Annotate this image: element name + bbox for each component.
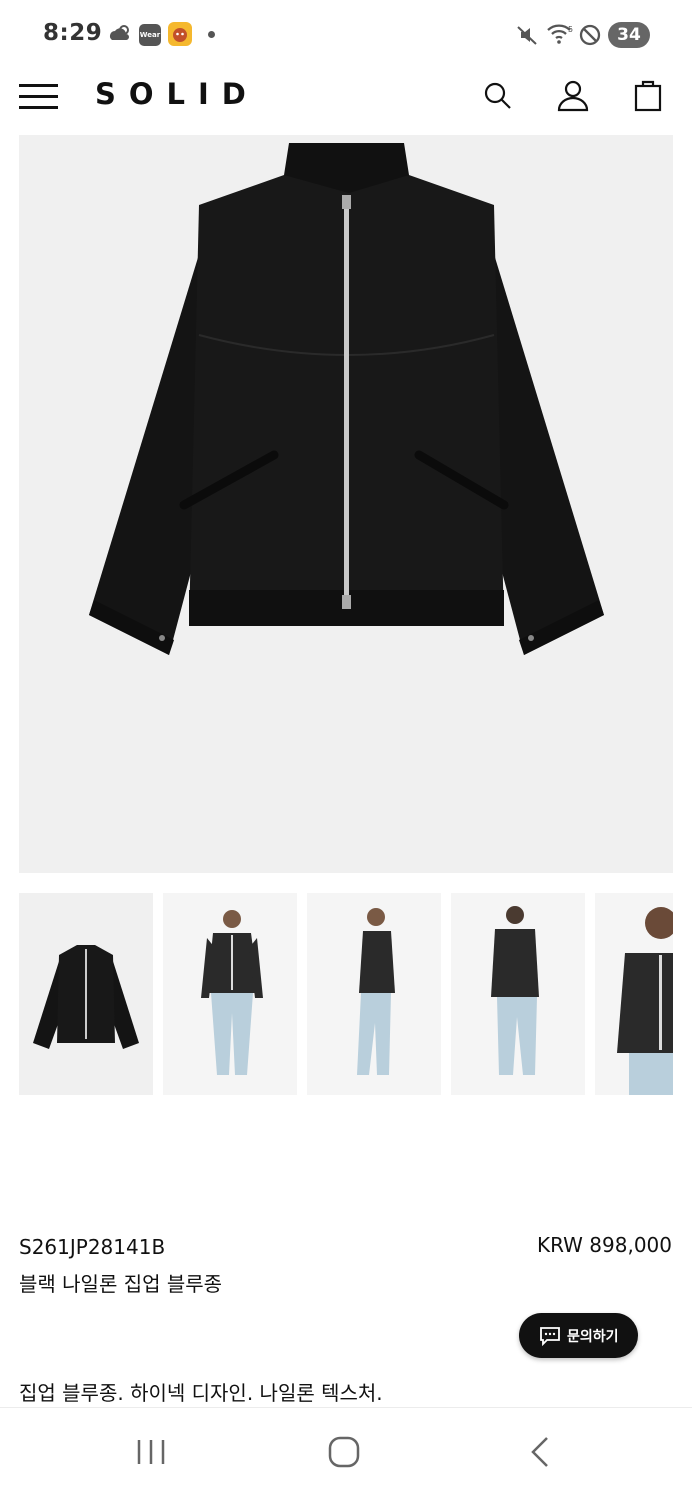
system-nav-bar bbox=[0, 1407, 692, 1501]
status-time: 8:29 bbox=[43, 20, 103, 46]
product-description: 집업 블루종. 하이넥 디자인. 나일론 텍스처. bbox=[19, 1381, 383, 1405]
product-main-image[interactable] bbox=[19, 135, 673, 873]
wifi-icon: 5 bbox=[547, 24, 573, 44]
app-notification-icon bbox=[168, 22, 192, 46]
home-icon[interactable] bbox=[314, 1430, 374, 1476]
model-closeup-thumbnail bbox=[617, 907, 673, 1095]
chat-icon bbox=[540, 1327, 560, 1346]
jacket-thumbnail bbox=[33, 945, 139, 1049]
shopping-bag-icon[interactable] bbox=[628, 76, 668, 116]
weather-icon bbox=[110, 25, 129, 40]
thumbnail-flat[interactable] bbox=[19, 893, 153, 1095]
status-bar: 8:29 Wear 5 34 bbox=[0, 0, 692, 68]
wear-app-icon: Wear bbox=[139, 24, 161, 46]
model-back-thumbnail bbox=[491, 906, 539, 1075]
site-header: SOLID bbox=[0, 68, 692, 132]
inquiry-label: 문의하기 bbox=[567, 1329, 619, 1345]
model-side-thumbnail bbox=[357, 908, 395, 1075]
svg-text:5: 5 bbox=[568, 25, 573, 34]
jacket-image bbox=[89, 143, 604, 655]
thumbnail-model-closeup[interactable] bbox=[595, 893, 673, 1095]
thumbnail-strip bbox=[19, 893, 673, 1095]
product-name: 블랙 나일론 집업 블루종 bbox=[19, 1272, 223, 1296]
battery-indicator: 34 bbox=[608, 22, 650, 48]
brand-logo[interactable]: SOLID bbox=[95, 77, 259, 111]
user-icon[interactable] bbox=[553, 76, 593, 116]
thumbnail-model-back[interactable] bbox=[451, 893, 585, 1095]
mute-icon bbox=[517, 26, 537, 45]
product-price: KRW 898,000 bbox=[536, 1233, 672, 1257]
inquiry-button[interactable]: 문의하기 bbox=[519, 1313, 638, 1358]
hamburger-icon[interactable] bbox=[19, 82, 59, 110]
product-code: S261JP28141B bbox=[19, 1235, 166, 1259]
back-icon[interactable] bbox=[509, 1430, 569, 1476]
search-icon[interactable] bbox=[478, 76, 518, 116]
more-notifications-dot bbox=[208, 31, 215, 38]
thumbnail-model-side[interactable] bbox=[307, 893, 441, 1095]
recent-apps-icon[interactable] bbox=[121, 1430, 181, 1476]
thumbnail-model-front[interactable] bbox=[163, 893, 297, 1095]
do-not-disturb-icon bbox=[579, 24, 601, 46]
model-front-thumbnail bbox=[201, 910, 263, 1075]
